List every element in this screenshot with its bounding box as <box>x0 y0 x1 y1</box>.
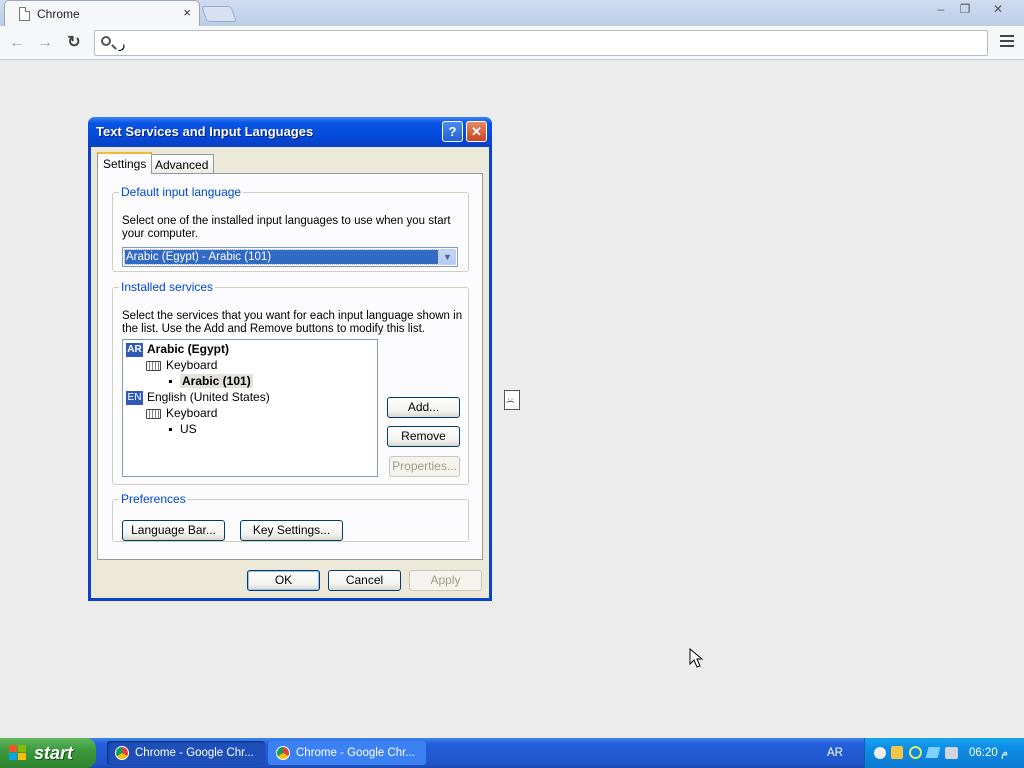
cancel-button[interactable]: Cancel <box>328 570 401 591</box>
tree-service-item[interactable]: Arabic (101) <box>169 374 253 388</box>
installed-services-group: Installed services Select the services t… <box>112 280 469 485</box>
help-button[interactable]: ? <box>442 121 463 142</box>
keyboard-icon <box>146 408 161 419</box>
network-icon[interactable] <box>925 747 941 758</box>
chrome-menu-icon[interactable] <box>1000 35 1014 49</box>
tab-close-icon[interactable]: × <box>183 5 191 20</box>
browser-toolbar: ← → ↻ ر <box>0 26 1024 60</box>
tree-group-label: Keyboard <box>166 358 218 372</box>
chevron-down-icon[interactable]: ▼ <box>439 249 456 265</box>
windows-logo-icon <box>9 745 27 761</box>
tree-service-label: Arabic (101) <box>180 374 253 388</box>
start-label: start <box>34 743 74 763</box>
text-services-dialog: Text Services and Input Languages ? ✕ Se… <box>88 117 492 601</box>
apply-button[interactable]: Apply <box>409 570 482 591</box>
browser-tab[interactable]: Chrome × <box>4 0 200 26</box>
services-tree[interactable]: AR Arabic (Egypt) Keyboard Arabic (101) E… <box>122 339 378 477</box>
users-icon[interactable] <box>891 746 903 759</box>
address-bar[interactable]: ر <box>94 30 988 56</box>
ok-button[interactable]: OK <box>247 570 320 591</box>
sad-page-icon <box>504 390 520 410</box>
browser-tab-strip: Chrome × – ❐ ✕ <box>0 0 1024 26</box>
group-legend: Default input language <box>121 185 242 199</box>
selected-language: Arabic (Egypt) - Arabic (101) <box>124 249 439 265</box>
tree-group-item[interactable]: Keyboard <box>146 406 217 420</box>
forward-icon[interactable]: → <box>34 32 56 54</box>
minimize-button[interactable]: – <box>928 1 954 17</box>
dialog-titlebar[interactable]: Text Services and Input Languages ? ✕ <box>88 117 492 147</box>
tree-language-item[interactable]: EN English (United States) <box>126 390 270 405</box>
properties-button[interactable]: Properties... <box>389 456 460 477</box>
group-legend: Preferences <box>121 492 186 506</box>
add-button[interactable]: Add... <box>387 397 460 418</box>
start-button[interactable]: start <box>0 738 96 768</box>
taskbar-item-label: Chrome - Google Chr... <box>296 747 415 759</box>
default-language-select[interactable]: Arabic (Egypt) - Arabic (101) ▼ <box>122 247 458 267</box>
clock: 06:20 م <box>969 747 1009 759</box>
default-input-group: Default input language Select one of the… <box>112 185 469 272</box>
tree-group-item[interactable]: Keyboard <box>146 358 217 372</box>
remove-button[interactable]: Remove <box>387 426 460 447</box>
group-description: Select the services that you want for ea… <box>122 310 463 335</box>
preferences-group: Preferences Language Bar... Key Settings… <box>112 492 469 542</box>
volume-icon[interactable] <box>945 747 958 759</box>
settings-tab-panel: Default input language Select one of the… <box>97 173 483 560</box>
tree-group-label: Keyboard <box>166 406 218 420</box>
group-description: Select one of the installed input langua… <box>122 215 451 240</box>
page-icon <box>19 7 30 21</box>
back-icon[interactable]: ← <box>6 32 28 54</box>
system-tray: 06:20 م <box>864 738 1024 768</box>
chrome-icon <box>276 746 290 760</box>
ie-icon[interactable] <box>909 746 922 759</box>
mouse-cursor-icon <box>689 648 704 668</box>
taskbar: start Chrome - Google Chr... Chrome - Go… <box>0 738 1024 768</box>
tree-service-label: US <box>180 422 197 436</box>
tree-language-item[interactable]: AR Arabic (Egypt) <box>126 342 229 357</box>
search-icon <box>101 36 111 46</box>
restore-button[interactable]: ❐ <box>952 1 978 17</box>
new-tab-button[interactable] <box>201 6 237 22</box>
dialog-close-button[interactable]: ✕ <box>466 121 487 142</box>
tree-service-item[interactable]: US <box>169 422 197 436</box>
tree-language-label: Arabic (Egypt) <box>147 342 230 356</box>
address-bar-text: ر <box>119 36 126 51</box>
window-close-button[interactable]: ✕ <box>985 1 1011 17</box>
language-indicator[interactable]: AR <box>820 738 850 768</box>
tab-title: Chrome <box>37 7 80 21</box>
bullet-icon <box>169 380 172 384</box>
messenger-icon[interactable] <box>874 747 886 759</box>
chrome-icon <box>115 746 129 760</box>
keyboard-icon <box>146 360 161 371</box>
taskbar-item[interactable]: Chrome - Google Chr... <box>107 741 265 765</box>
reload-icon[interactable]: ↻ <box>63 32 85 54</box>
tab-settings[interactable]: Settings <box>97 152 153 174</box>
language-bar-button[interactable]: Language Bar... <box>122 520 225 541</box>
key-settings-button[interactable]: Key Settings... <box>240 520 343 541</box>
tab-advanced[interactable]: Advanced <box>149 154 215 174</box>
language-badge: AR <box>126 342 143 357</box>
bullet-icon <box>169 428 172 432</box>
taskbar-item[interactable]: Chrome - Google Chr... <box>268 741 426 765</box>
dialog-client-area: Settings Advanced Default input language… <box>91 147 489 598</box>
language-badge: EN <box>126 390 143 405</box>
taskbar-item-label: Chrome - Google Chr... <box>135 747 254 759</box>
tree-language-label: English (United States) <box>147 390 270 404</box>
dialog-title: Text Services and Input Languages <box>96 124 314 139</box>
group-legend: Installed services <box>121 280 214 294</box>
